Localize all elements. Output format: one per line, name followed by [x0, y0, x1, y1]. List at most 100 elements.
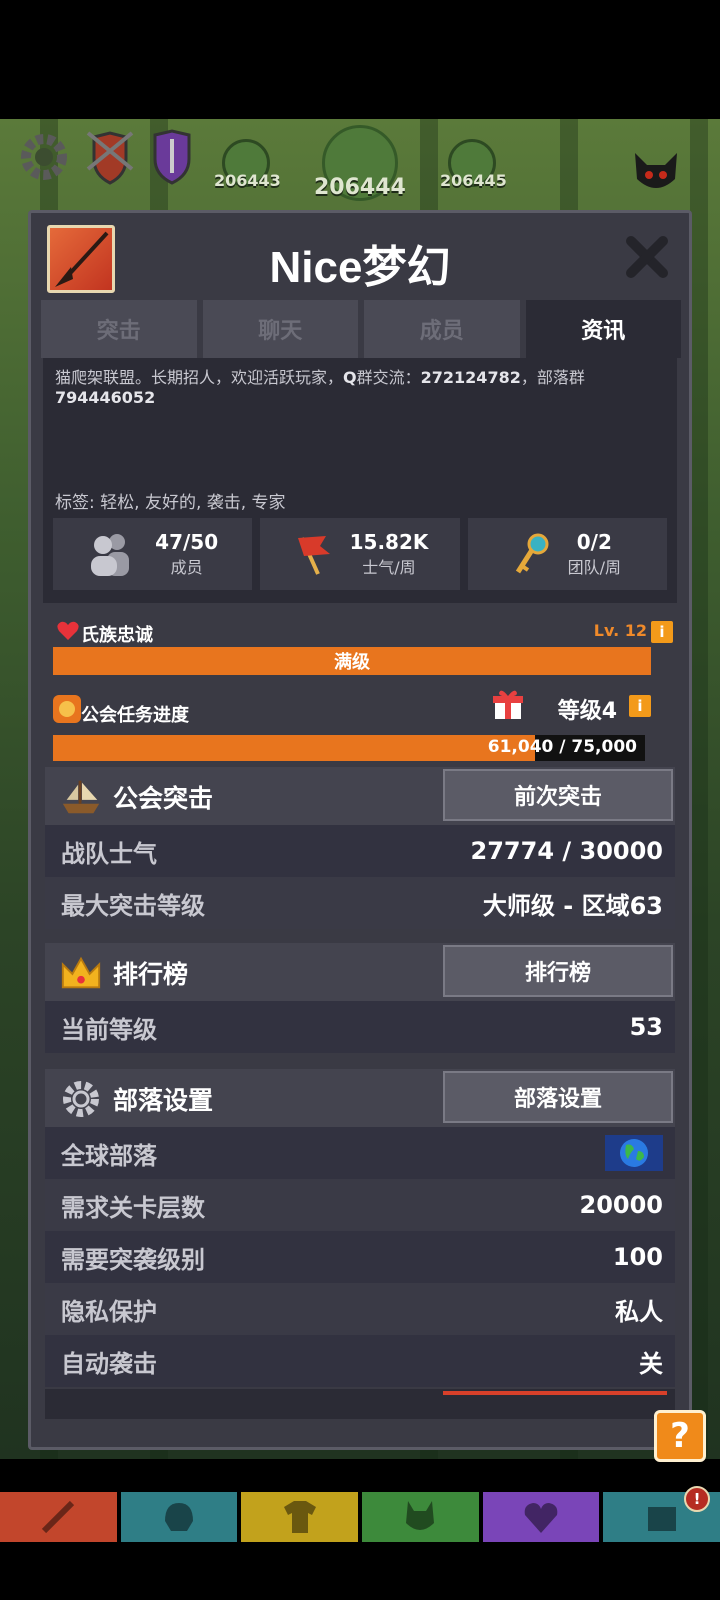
stage-number-right: 206445	[440, 171, 507, 190]
loyalty-info-button[interactable]: i	[651, 621, 673, 643]
teams-value: 0/2	[576, 530, 612, 554]
demon-mask-icon[interactable]	[628, 145, 684, 201]
sword-shield-icon[interactable]	[144, 129, 200, 185]
settings-title: 部落设置	[113, 1086, 214, 1115]
description-qq-number: 272124782	[420, 368, 521, 387]
crossed-swords-shield-icon[interactable]	[82, 129, 138, 185]
morale-value: 15.82K	[349, 530, 429, 554]
stage-number-current: 206444	[314, 175, 406, 200]
pet-icon	[406, 1501, 435, 1530]
armor-icon	[283, 1501, 316, 1533]
task-info-button[interactable]: i	[629, 695, 651, 717]
nav-helmet[interactable]	[120, 1492, 238, 1542]
task-level: 等级4	[557, 699, 617, 724]
task-emblem-icon	[53, 695, 81, 723]
raid-max-level-value: 大师级 - 区域63	[482, 891, 663, 920]
bottom-nav	[0, 1492, 720, 1542]
morale-label: 士气/周	[362, 558, 416, 577]
task-progress-bar: 61,040 / 75,000	[53, 735, 645, 761]
loyalty-bar: 满级	[53, 647, 651, 675]
raid-row-max-level: 最大突击等级 大师级 - 区域63	[45, 877, 675, 929]
description-group-number: 794446052	[55, 388, 156, 407]
leaderboard-title: 排行榜	[113, 960, 189, 989]
clan-panel: Nice梦幻 突击 聊天 成员 资讯 猫爬架联盟。长期招人，欢迎活跃玩家，Q群交…	[28, 210, 692, 1450]
tab-chat[interactable]: 聊天	[202, 300, 358, 358]
nav-sword[interactable]	[0, 1492, 117, 1542]
leaderboard-row-level: 当前等级 53	[45, 1001, 675, 1053]
globe-icon	[605, 1135, 663, 1171]
clan-tags: 标签: 轻松, 友好的, 袭击, 专家	[55, 493, 286, 513]
tab-members[interactable]: 成员	[364, 300, 520, 358]
notification-badge: !	[684, 1486, 710, 1512]
nav-armor[interactable]	[241, 1492, 359, 1542]
required-raid-level-value: 100	[612, 1243, 663, 1271]
teams-label: 团队/周	[567, 558, 622, 577]
red-button-edge[interactable]	[443, 1391, 667, 1395]
current-level-value: 53	[629, 1013, 663, 1041]
stat-teams: 0/2 团队/周	[467, 518, 667, 590]
members-label: 成员	[170, 558, 203, 577]
help-button[interactable]: ?	[654, 1410, 706, 1462]
scroll-more-area	[45, 1389, 675, 1419]
game-top-bar: 206443 206444 206445	[0, 119, 720, 209]
leaderboard-section-header: 排行榜 排行榜	[45, 943, 675, 1001]
close-icon	[626, 236, 668, 278]
task-progress-fill	[53, 735, 535, 761]
privacy-key: 隐私保护	[61, 1297, 157, 1326]
raid-title: 公会突击	[113, 784, 214, 813]
previous-raid-button[interactable]: 前次突击	[443, 769, 673, 821]
global-clan-key: 全球部落	[61, 1141, 157, 1170]
auto-raid-value: 关	[639, 1349, 663, 1378]
panel-header: Nice梦幻	[31, 213, 689, 298]
privacy-value: 私人	[615, 1297, 663, 1326]
tab-raid[interactable]: 突击	[41, 300, 197, 358]
members-icon	[91, 534, 130, 576]
leaderboard-button[interactable]: 排行榜	[443, 945, 673, 997]
crown-icon	[59, 951, 103, 995]
raid-section-header: 公会突击 前次突击	[45, 767, 675, 825]
close-button[interactable]	[623, 233, 671, 281]
clan-settings-button[interactable]: 部落设置	[443, 1071, 673, 1123]
required-stage-key: 需求关卡层数	[61, 1193, 205, 1222]
task-progress-text: 61,040 / 75,000	[487, 737, 637, 757]
settings-row-global: 全球部落	[45, 1127, 675, 1179]
settings-row-stage: 需求关卡层数 20000	[45, 1179, 675, 1231]
required-stage-value: 20000	[579, 1191, 664, 1219]
description-tail: ，部落群	[520, 368, 585, 387]
gear-icon	[59, 1077, 103, 1121]
key-icon	[515, 533, 549, 574]
settings-row-auto-raid: 自动袭击 关	[45, 1335, 675, 1387]
nav-pet[interactable]	[362, 1492, 479, 1542]
gear-icon[interactable]	[16, 129, 72, 185]
helmet-icon	[165, 1503, 193, 1531]
settings-section-header: 部落设置 部落设置	[45, 1069, 675, 1127]
flag-icon	[297, 536, 330, 575]
raid-morale-key: 战队士气	[61, 839, 157, 868]
clan-description: 猫爬架联盟。长期招人，欢迎活跃玩家，Q群交流：272124782，部落群 794…	[55, 368, 665, 408]
clan-name: Nice梦幻	[269, 243, 451, 292]
description-mid: 群交流：	[356, 368, 421, 387]
ship-icon	[59, 775, 103, 819]
description-text: 猫爬架联盟。长期招人，欢迎活跃玩家，	[55, 368, 344, 387]
heart-icon	[57, 621, 79, 640]
required-raid-level-key: 需要突袭级别	[61, 1245, 205, 1274]
settings-row-raid-level: 需要突袭级别 100	[45, 1231, 675, 1283]
tab-bar: 突击 聊天 成员 资讯	[41, 300, 681, 358]
nav-artifact[interactable]	[482, 1492, 600, 1542]
clan-info-area: 猫爬架联盟。长期招人，欢迎活跃玩家，Q群交流：272124782，部落群 794…	[43, 358, 677, 603]
task-label: 公会任务进度	[81, 705, 189, 726]
stat-members: 47/50 成员	[53, 518, 253, 590]
auto-raid-key: 自动袭击	[61, 1349, 157, 1378]
current-level-key: 当前等级	[61, 1015, 157, 1044]
raid-morale-value: 27774 / 30000	[470, 837, 663, 865]
gift-icon[interactable]	[491, 687, 525, 721]
members-count: 47/50	[155, 530, 219, 554]
task-row: 公会任务进度 等级4 i	[51, 687, 671, 727]
raid-max-level-key: 最大突击等级	[61, 891, 205, 920]
tab-info[interactable]: 资讯	[525, 300, 681, 358]
loyalty-level: Lv. 12	[593, 621, 647, 640]
sword-icon	[42, 1500, 75, 1534]
raid-row-morale: 战队士气 27774 / 30000	[45, 825, 675, 877]
description-q: Q	[343, 368, 357, 387]
loyalty-row: 氏族忠诚 Lv. 12 i	[53, 619, 673, 646]
